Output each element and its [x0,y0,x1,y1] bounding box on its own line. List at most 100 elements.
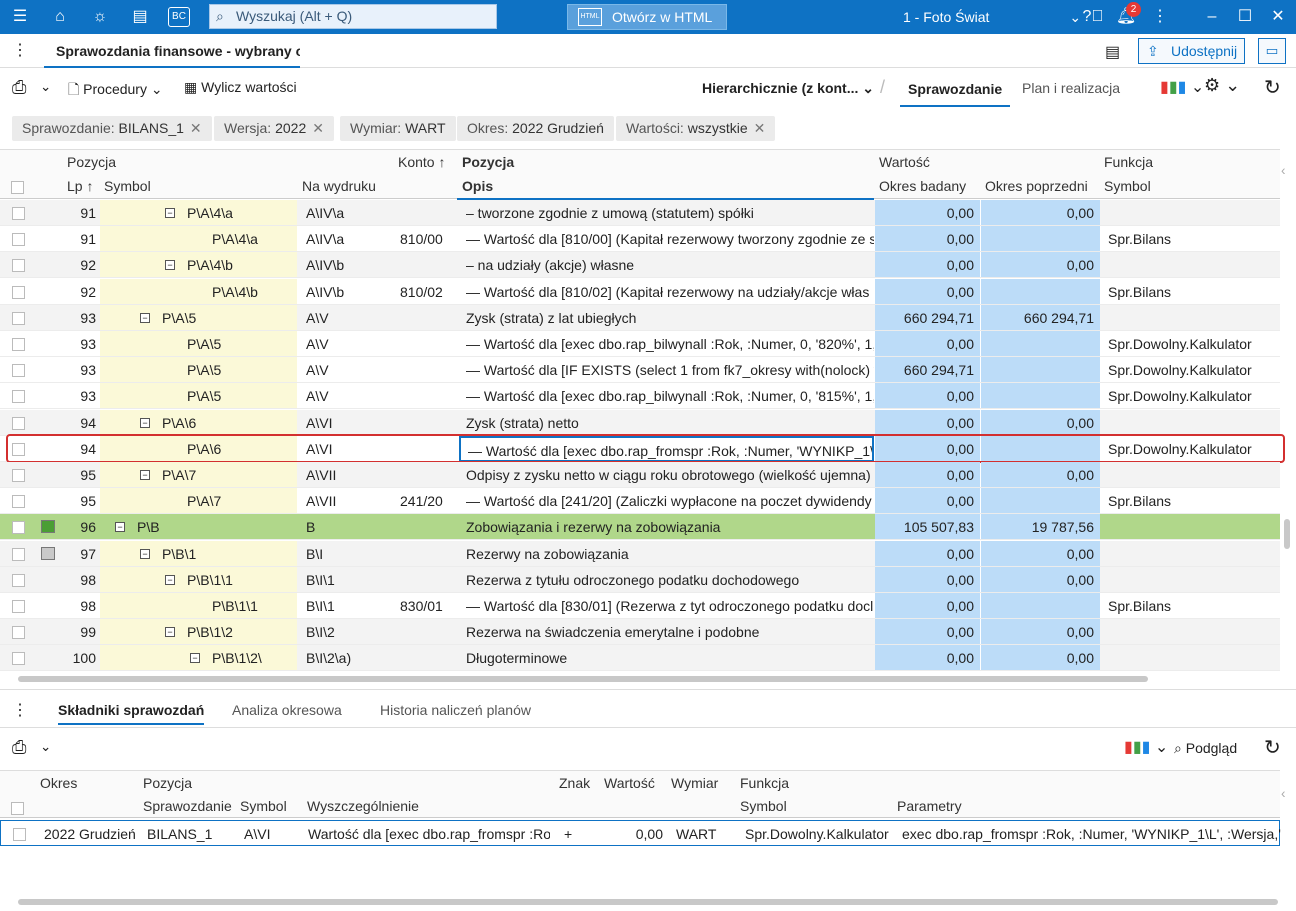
horizontal-scrollbar[interactable] [18,676,1148,682]
header-na-wydruku[interactable]: Na wydruku [302,178,376,194]
vertical-scrollbar[interactable] [1284,519,1290,549]
cell-opis[interactable]: — Wartość dla [exec dbo.rap_bilwynall :R… [459,383,874,409]
tree-collapse-icon[interactable]: − [165,208,175,218]
row-checkbox[interactable] [12,573,25,587]
chart-icon[interactable]: ▮▮▮ ⌄ [1160,77,1204,97]
row-checkbox[interactable] [12,495,25,509]
header-konto[interactable]: Konto ↑ [398,154,445,170]
share-button[interactable]: ⇪ Udostępnij [1138,38,1245,64]
collapse-panel-icon[interactable]: ‹ [1281,786,1286,801]
row-checkbox[interactable] [12,233,25,247]
view-plan-tab[interactable]: Plan i realizacja [1022,80,1120,96]
cell-opis[interactable]: — Wartość dla [830/01] (Rezerwa z tyt od… [459,593,874,619]
row-checkbox[interactable] [12,259,25,273]
sun-icon[interactable]: ☼ [88,5,112,29]
table-row[interactable]: 95 P\A\7 A\VII 241/20 — Wartość dla [241/20]… [0,488,1280,515]
table-row[interactable]: 91 P\A\4\a A\IV\a 810/00 — Wartość dla [810/… [0,226,1280,253]
row-checkbox[interactable] [13,828,26,841]
row-checkbox[interactable] [12,390,25,404]
splitter[interactable] [0,689,1296,690]
row-checkbox[interactable] [12,626,25,640]
cell-opis[interactable]: Długoterminowe [459,645,874,671]
tab-periodic-analysis[interactable]: Analiza okresowa [232,702,342,718]
table-row[interactable]: 97− P\B\1 B\I Rezerwy na zobowiązania 0,00 0,… [0,540,1280,567]
close-icon[interactable]: ✕ [1266,5,1290,29]
row-checkbox[interactable] [12,285,25,299]
table-row[interactable]: 95 − P\A\7 A\VII Odpisy z zysku netto w ciąg… [0,462,1280,488]
company-selector[interactable]: 1 - Foto Świat ⌄ [903,0,1081,34]
file-tree-icon[interactable]: ▤ [1105,42,1120,62]
table-row[interactable]: 93 − P\A\5 A\V Zysk (strata) z lat ubiegłych… [0,304,1280,331]
cell-opis[interactable]: — Wartość dla [810/00] (Kapitał rezerwow… [459,226,874,252]
filter-chip-report[interactable]: Sprawozdanie: BILANS_1 ✕ [12,116,212,141]
tree-collapse-icon[interactable]: − [115,522,125,533]
table-row[interactable]: 100− P\B\1\2\ B\I\2\a) Długoterminowe 0,00 0,… [0,645,1280,672]
header-wymiar[interactable]: Wymiar [671,775,718,791]
header-okres-poprzedni[interactable]: Okres poprzedni [985,178,1088,194]
row-checkbox[interactable] [12,600,25,613]
chevron-down-icon[interactable]: ⌄ [40,739,51,755]
header-funkcja-symbol[interactable]: Symbol [1104,178,1151,194]
minimize-icon[interactable]: – [1200,5,1224,29]
header-lp[interactable]: Lp ↑ [67,178,93,194]
more-vertical-icon[interactable]: ⋮ [12,40,28,60]
header-symbol[interactable]: Symbol [240,798,287,814]
tree-collapse-icon[interactable]: − [165,574,175,585]
more-vertical-icon[interactable]: ⋮ [1148,5,1172,29]
filter-chip-version[interactable]: Wersja: 2022 ✕ [214,116,334,141]
refresh-icon[interactable]: ↻ [1264,75,1281,100]
tab-financial-reports[interactable]: Sprawozdania finansowe - wybrany okr [44,34,300,68]
row-checkbox[interactable] [12,338,25,351]
print-icon[interactable]: ⎙ [12,737,26,758]
chart-icon[interactable]: ▮▮▮ ⌄ [1124,737,1168,757]
row-checkbox[interactable] [12,652,25,666]
tab-report-components[interactable]: Składniki sprawozdań [58,702,205,725]
tree-collapse-icon[interactable]: − [165,260,175,271]
cell-opis[interactable]: Zysk (strata) netto [459,410,874,436]
search-input[interactable]: ⌕ Wyszukaj (Alt + Q) [209,4,497,29]
table-row[interactable]: 93 P\A\5 A\V — Wartość dla [exec dbo.rap_bi… [0,383,1280,410]
header-wyszczegolnienie[interactable]: Wyszczególnienie [307,798,419,814]
tab-plan-history[interactable]: Historia naliczeń planów [380,702,531,718]
row-checkbox[interactable] [12,416,25,430]
table-row[interactable]: 94− P\A\6 A\VI Zysk (strata) netto 0,00 0,00 [0,409,1280,436]
print-icon[interactable]: ⎙ [12,77,26,98]
tree-collapse-icon[interactable]: − [165,627,175,638]
table-row[interactable]: 92 − P\A\4\b A\IV\b – na udziały (akcje) wła… [0,252,1280,279]
hierarchy-dropdown[interactable]: Hierarchicznie (z kont... ⌄ [702,80,874,97]
table-row[interactable]: 98 − P\B\1\1 B\I\1 Rezerwa z tytułu odroczon… [0,566,1280,593]
cell-opis[interactable]: — Wartość dla [IF EXISTS (select 1 from … [459,357,874,383]
bc-icon[interactable]: BC [168,7,190,27]
cell-opis[interactable]: Rezerwy na zobowiązania [459,541,874,567]
cell-opis[interactable]: Rezerwa na świadczenia emerytalne i podo… [459,619,874,645]
select-all-checkbox[interactable] [11,181,24,194]
bell-icon[interactable]: 🔔︎ 2 [1114,2,1141,29]
cell-opis[interactable]: — Wartość dla [810/02] (Kapitał rezerwow… [459,279,874,305]
tree-collapse-icon[interactable]: − [140,312,150,323]
row-checkbox[interactable] [12,364,25,378]
horizontal-scrollbar[interactable] [18,899,1278,905]
preview-button[interactable]: ⌕ Podgląd [1174,740,1237,757]
table-row[interactable]: 93 P\A\5 A\V — Wartość dla [exec dbo.rap_bi… [0,331,1280,357]
chat-icon[interactable]: ▭ [1258,38,1286,64]
cell-opis[interactable]: — Wartość dla [241/20] (Zaliczki wypłaco… [459,488,874,514]
settings-icon[interactable]: ⚙ ⌄ [1204,75,1240,96]
row-checkbox[interactable] [12,547,25,561]
header-wartosc[interactable]: Wartość [604,775,655,791]
row-checkbox[interactable] [12,311,25,325]
maximize-icon[interactable]: ☐ [1233,5,1257,29]
row-checkbox[interactable] [12,521,25,535]
row-checkbox[interactable] [12,207,25,220]
open-html-button[interactable]: HTML Otwórz w HTML [567,4,727,30]
cell-opis[interactable]: Odpisy z zysku netto w ciągu roku obroto… [459,462,874,488]
hamburger-menu-icon[interactable]: ☰ [8,5,32,29]
header-symbol[interactable]: Symbol [104,178,151,194]
table-row[interactable]: 92 P\A\4\b A\IV\b 810/02 — Wartość dla [810/… [0,278,1280,305]
tree-collapse-icon[interactable]: − [190,653,200,664]
table-row[interactable]: 91 − P\A\4\a A\IV\a – tworzone zgodnie z umo… [0,200,1280,226]
filter-chip-values[interactable]: Wartości: wszystkie ✕ [616,116,776,141]
cell-opis[interactable]: Rezerwa z tytułu odroczonego podatku doc… [459,567,874,593]
newspaper-icon[interactable]: ▤ [128,5,152,29]
help-icon[interactable]: ?⃝ [1081,5,1105,29]
header-znak[interactable]: Znak [559,775,590,791]
